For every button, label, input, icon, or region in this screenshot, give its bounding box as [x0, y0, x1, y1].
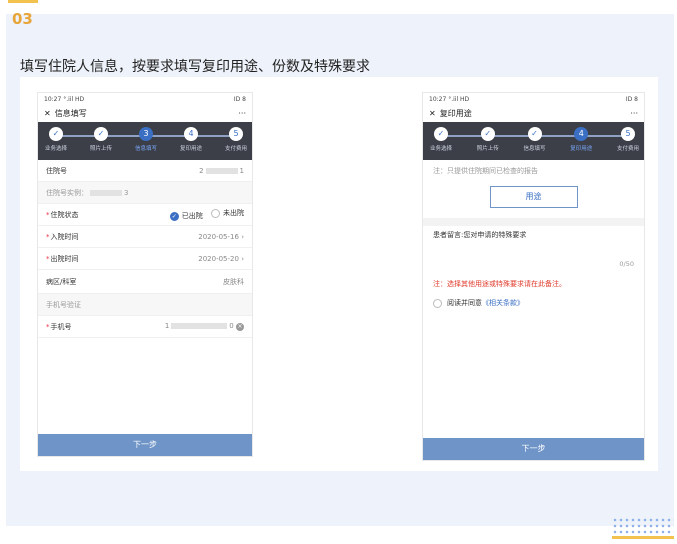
- step-dot: ✓: [434, 127, 448, 141]
- step-item: ✓ 业务选择: [423, 127, 461, 152]
- title-bar: ✕ 信息填写 ···: [38, 105, 252, 122]
- inpatient-example-value: 3: [124, 188, 129, 197]
- step-label: 信息填写: [523, 146, 546, 152]
- title-bar: ✕ 复印用途 ···: [423, 105, 644, 122]
- purpose-button[interactable]: 用途: [489, 186, 578, 208]
- inpatient-status-label: 住院状态: [50, 210, 79, 219]
- inpatient-number-row[interactable]: 住院号 2 1: [38, 160, 252, 182]
- step-label: 照片上传: [89, 146, 112, 152]
- radio-circle-icon: [211, 208, 220, 218]
- step-item: ✓ 信息填写: [515, 127, 555, 152]
- step-item: 3 信息填写: [126, 127, 166, 152]
- step-item: 5 支付费用: [216, 127, 252, 152]
- decorative-line: [612, 536, 674, 539]
- more-icon[interactable]: ···: [238, 109, 246, 118]
- next-button[interactable]: 下一步: [38, 434, 252, 456]
- step-item: 4 复印用途: [561, 127, 601, 152]
- char-count: 0/50: [619, 260, 634, 268]
- decorative-dots: [612, 517, 674, 537]
- step-label: 信息填写: [134, 146, 157, 152]
- progress-steps: ✓ 业务选择 ✓ 照片上传 ✓ 信息填写 4 复印用途 5 支付费用: [423, 122, 644, 160]
- phone-number-row[interactable]: *手机号 10 ×: [38, 316, 252, 338]
- admission-date-row[interactable]: *入院时间 2020-05-16 ›: [38, 226, 252, 248]
- inpatient-example-row: 住院号实例： 3: [38, 182, 252, 204]
- agree-text: 阅读并同意: [447, 299, 482, 307]
- step-dot: ✓: [527, 127, 542, 141]
- status-signal: °.iil HD: [63, 96, 85, 103]
- checkbox-circle-icon[interactable]: [433, 298, 442, 308]
- phone-info-form: 10:27 °.iil HD ID 8 ✕ 信息填写 ··· ✓ 业务选择 ✓ 照片上传…: [37, 92, 253, 457]
- status-time: 10:27: [429, 96, 447, 103]
- step-label: 支付费用: [616, 146, 639, 152]
- inpatient-status-row: *住院状态 ✓ 已出院 未出院: [38, 204, 252, 226]
- status-signal: °.iil HD: [448, 96, 470, 103]
- divider: [423, 218, 644, 226]
- radio-discharged[interactable]: ✓ 已出院: [169, 211, 203, 221]
- check-icon: ✓: [169, 211, 179, 221]
- agree-terms-row[interactable]: 阅读并同意 《相关条款》: [423, 294, 644, 312]
- status-battery: ID 8: [625, 96, 638, 103]
- phone-number-value-start: 1: [164, 322, 170, 330]
- phone-verify-row: 手机号验证: [38, 294, 252, 316]
- step-dot: ✓: [49, 127, 63, 141]
- radio-not-discharged[interactable]: 未出院: [211, 208, 244, 218]
- radio-discharged-label: 已出院: [181, 212, 203, 220]
- remark-textarea[interactable]: 患者留言:您对申请的特殊要求: [423, 226, 644, 244]
- phone-number-label: 手机号: [50, 322, 72, 331]
- phone-number-value-end: 0: [229, 322, 234, 330]
- step-item: ✓ 照片上传: [468, 127, 508, 152]
- inpatient-number-value-start: 2: [199, 166, 204, 175]
- admission-date-label: 入院时间: [50, 232, 79, 241]
- step-item: 5 支付费用: [608, 127, 644, 152]
- step-label: 支付费用: [224, 146, 247, 152]
- page-title: 信息填写: [54, 109, 87, 118]
- step-item: ✓ 照片上传: [81, 127, 121, 152]
- inpatient-number-value-end: 1: [239, 166, 244, 175]
- status-bar: 10:27 °.iil HD ID 8: [423, 93, 644, 105]
- close-icon[interactable]: ✕: [429, 109, 436, 118]
- ward-label: 病区/科室: [46, 277, 77, 286]
- progress-steps: ✓ 业务选择 ✓ 照片上传 3 信息填写 4 复印用途 5 支付费用: [38, 122, 252, 160]
- discharge-date-row[interactable]: *出院时间 2020-05-20 ›: [38, 248, 252, 270]
- chevron-right-icon: ›: [241, 232, 244, 241]
- step-label: 复印用途: [570, 146, 593, 152]
- ward-value: 皮肤科: [223, 277, 244, 286]
- phone-copy-purpose: 10:27 °.iil HD ID 8 ✕ 复印用途 ··· ✓ 业务选择 ✓ 照片上传…: [422, 92, 645, 461]
- ward-row[interactable]: 病区/科室 皮肤科: [38, 270, 252, 294]
- page-title: 复印用途: [439, 109, 472, 118]
- step-dot: 4: [184, 127, 198, 141]
- status-time: 10:27: [44, 96, 62, 103]
- step-dot: ✓: [94, 127, 108, 141]
- admission-date-value: 2020-05-16: [198, 232, 239, 241]
- inpatient-example-label: 住院号实例：: [46, 188, 88, 197]
- radio-not-discharged-label: 未出院: [223, 209, 244, 217]
- step-label: 业务选择: [429, 146, 452, 152]
- step-label: 复印用途: [179, 146, 202, 152]
- step-dot: 5: [229, 127, 243, 141]
- next-button[interactable]: 下一步: [423, 438, 644, 460]
- inpatient-number-label: 住院号: [46, 166, 67, 175]
- phone-verify-label: 手机号验证: [46, 300, 81, 309]
- step-item: ✓ 业务选择: [38, 127, 76, 152]
- step-label: 业务选择: [44, 146, 67, 152]
- discharge-date-value: 2020-05-20: [198, 254, 239, 263]
- step-dot: 3: [139, 127, 153, 141]
- instruction-heading: 填写住院人信息，按要求填写复印用途、份数及特殊要求: [20, 59, 370, 75]
- clear-icon[interactable]: ×: [236, 323, 244, 331]
- step-dot: ✓: [480, 127, 495, 141]
- terms-link[interactable]: 《相关条款》: [482, 298, 524, 308]
- status-battery: ID 8: [233, 96, 246, 103]
- report-note: 注：只提供住院期间已检查的报告: [433, 167, 538, 175]
- step-number: 03: [12, 10, 33, 28]
- step-item: 4 复印用途: [171, 127, 211, 152]
- more-icon[interactable]: ···: [630, 109, 638, 118]
- status-bar: 10:27 °.iil HD ID 8: [38, 93, 252, 105]
- step-label: 照片上传: [476, 146, 499, 152]
- remark-warning: 注：选择其他用途或特殊要求请在此备注。: [433, 280, 566, 288]
- step-dot: 4: [574, 127, 589, 141]
- chevron-right-icon: ›: [241, 254, 244, 263]
- step-dot: 5: [621, 127, 635, 141]
- discharge-date-label: 出院时间: [50, 254, 79, 263]
- close-icon[interactable]: ✕: [44, 109, 51, 118]
